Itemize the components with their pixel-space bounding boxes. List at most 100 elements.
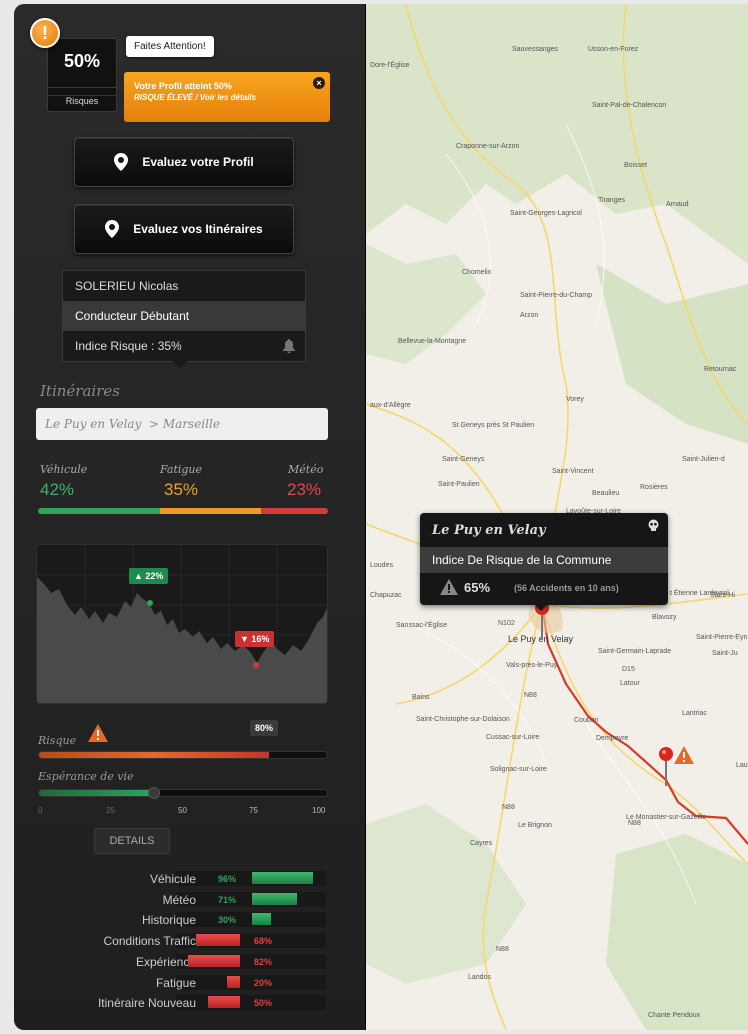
scale-tick: 0: [38, 806, 43, 815]
map-town-label: Saint-Paulien: [438, 481, 480, 488]
map-town-label: Chapuzac: [370, 592, 402, 599]
map-town-label: aux-d'Allègre: [370, 402, 411, 409]
note-details-link[interactable]: RISQUE ÉLEVÉ / Voir les détails: [134, 93, 320, 102]
note-title: Votre Profil atteint 50%: [134, 81, 232, 91]
details-row-bar: [252, 872, 313, 884]
map-town-label: Rosières: [640, 484, 668, 491]
map-town-label: Saint-Christophe-sur-Dolaison: [416, 716, 510, 723]
details-row-bar: [252, 913, 271, 926]
evaluate-profile-button[interactable]: Evaluez votre Profil: [74, 137, 294, 187]
stats-bar-segment: [38, 508, 160, 514]
map-town-label: Latour: [620, 680, 640, 687]
route-input[interactable]: [36, 408, 328, 440]
risk-slider-track[interactable]: [38, 751, 328, 759]
map-town-label: N102: [498, 620, 515, 627]
risk-value-tag: 80%: [250, 720, 279, 736]
details-row: Itinéraire Nouveau 50%: [36, 993, 336, 1012]
stat-value-meteo: 23%: [287, 480, 322, 499]
user-profile-card: SOLERIEU Nicolas Conducteur Débutant Ind…: [62, 270, 306, 362]
life-expectancy-fill: [39, 790, 155, 796]
risk-label: Risques: [48, 95, 116, 106]
map-town-label: Bellevue-la-Montagne: [398, 338, 467, 345]
details-row-value: 96%: [218, 874, 237, 884]
itineraries-title: Itinéraires: [40, 382, 120, 400]
warning-icon: [440, 579, 458, 595]
stats-bar-segment: [159, 508, 262, 514]
details-row: Conditions Traffic 68%: [36, 931, 336, 950]
bell-icon[interactable]: [283, 339, 295, 353]
map-town-label: Landos: [468, 974, 491, 981]
life-expectancy-handle[interactable]: [148, 787, 160, 799]
map-town-label: Saint-Germain-Laprade: [598, 648, 672, 655]
map-town-label: N88: [502, 804, 515, 811]
callout-accidents: (56 Accidents en 10 ans): [514, 583, 619, 593]
map-town-label: Loudes: [370, 562, 393, 569]
map-town-label: Coubon: [574, 717, 599, 724]
details-row: Expérience 82%: [36, 952, 336, 971]
details-row-value: 50%: [254, 998, 273, 1009]
exclamation-icon: !: [30, 18, 60, 48]
callout-title: Le Puy en Velay: [432, 523, 546, 538]
map-town-label: Saint-Julien-d: [682, 456, 725, 463]
scale-tick: 75: [249, 806, 258, 815]
map-town-label: Tiranges: [598, 197, 625, 204]
evaluate-itineraries-button[interactable]: Evaluez vos Itinéraires: [74, 204, 294, 254]
callout-subtitle: Indice De Risque de la Commune: [420, 547, 668, 573]
map-town-label: Saint-Vincent: [552, 468, 594, 475]
details-row: Historique 30%: [36, 910, 336, 929]
location-pin-icon: [105, 220, 120, 238]
details-row-label: Fatigue: [155, 975, 196, 990]
details-row-bar: [208, 996, 240, 1009]
map-town-label: Cayres: [470, 840, 493, 847]
details-row-value: 68%: [254, 936, 273, 947]
map-town-label: Arzon: [520, 312, 539, 319]
map-town-label: Boisset: [624, 162, 647, 169]
details-row-value: 20%: [254, 977, 273, 988]
details-row-background: [176, 995, 326, 1011]
map-town-label: Cussac-sur-Loire: [486, 734, 540, 741]
map-town-label: Saint-Georges-Lagricol: [510, 210, 582, 217]
details-row-background: [176, 912, 326, 928]
stat-label-fatigue: Fatigue: [160, 463, 203, 476]
risk-percent: 50%: [63, 51, 101, 71]
map-town-label: Saint-Pierre-Eyn: [696, 634, 748, 641]
callout-pointer: [534, 604, 548, 611]
callout-percent: 65%: [464, 580, 491, 595]
map-pin-icon[interactable]: [658, 746, 674, 786]
close-icon[interactable]: ×: [313, 77, 325, 89]
details-row-label: Itinéraire Nouveau: [97, 996, 196, 1011]
evaluate-profile-label: Evaluez votre Profil: [142, 155, 254, 169]
details-row-background: [176, 891, 326, 907]
map-town-label: Saint-Ju: [712, 650, 738, 657]
commune-risk-callout: Le Puy en Velay Indice De Risque de la C…: [420, 513, 668, 605]
stats-bar-segment: [261, 508, 328, 514]
stat-value-fatigue: 35%: [164, 480, 199, 499]
map-town-label: Blavozy: [652, 614, 677, 621]
profile-level: Conducteur Débutant: [63, 301, 305, 331]
map-town-label: Vals-près-le-Puy: [506, 662, 558, 669]
details-button[interactable]: DETAILS: [94, 828, 170, 854]
map-town-label: Bains: [412, 694, 430, 701]
stat-label-meteo: Météo: [288, 463, 324, 476]
map-town-label: Vorey: [566, 396, 584, 403]
risk-divider: [48, 87, 116, 88]
details-row: Météo 71%: [36, 890, 336, 909]
map-town-label: Dempeyre: [596, 735, 629, 742]
map-town-label: Chomelix: [462, 269, 492, 276]
map-town-label: Laur: [736, 762, 748, 769]
trend-up-tag: ▲ 22%: [129, 568, 169, 584]
details-row-label: Véhicule: [149, 872, 196, 886]
details-row-bar: [227, 975, 240, 988]
scale-tick: 50: [178, 806, 187, 815]
details-row-label: Historique: [141, 913, 196, 928]
risk-score-box: 50% Risques: [47, 38, 117, 112]
stats-distribution-bar: [38, 508, 328, 514]
map-town-label: Arnaud: [666, 201, 689, 208]
risk-warning-note[interactable]: Votre Profil atteint 50% RISQUE ÉLEVÉ / …: [124, 72, 330, 122]
map-town-label: Sanssac-l'Église: [396, 622, 448, 629]
details-row-background: [176, 974, 326, 990]
life-expectancy-track[interactable]: [38, 789, 328, 797]
risk-slider-fill: [39, 752, 270, 758]
trend-down-tag: ▼ 16%: [235, 631, 275, 647]
details-row: Fatigue 20%: [36, 973, 336, 992]
